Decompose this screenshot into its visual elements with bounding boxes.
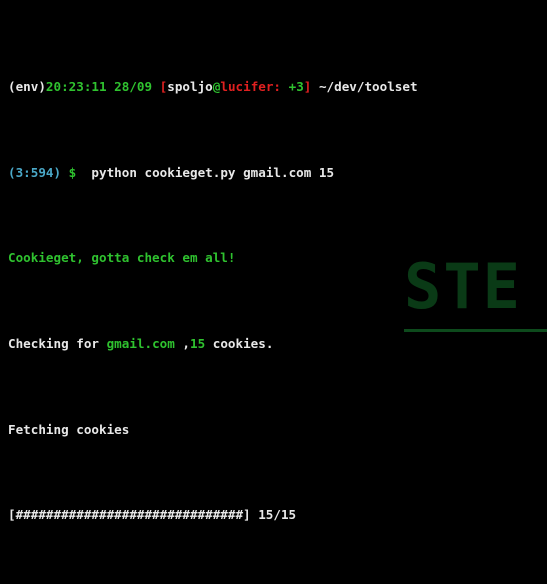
checking-separator: , — [174, 336, 190, 352]
checking-domain: gmail.com — [106, 336, 175, 352]
progress-bar-line: [##############################] 15/15 — [8, 504, 547, 525]
prompt-host: lucifer: — [220, 79, 282, 95]
prompt-env: (env) — [8, 79, 46, 95]
output-checking-line: Checking for gmail.com ,15 cookies. — [8, 333, 547, 354]
prompt-history-index: (3:594) — [8, 164, 62, 180]
progress-bar: [##############################] — [8, 507, 251, 523]
prompt-timestamp: 20:23:11 28/09 — [45, 79, 153, 95]
prompt-cwd: ~/dev/toolset — [311, 79, 418, 95]
checking-prefix: Checking for — [8, 336, 107, 352]
prompt-user: spoljo — [167, 79, 213, 95]
prompt-jobs-count: +3 — [281, 79, 304, 95]
prompt-line-1: (env)20:23:11 28/09 [spoljo@lucifer: +3]… — [8, 76, 547, 97]
progress-count: 15/15 — [250, 507, 297, 523]
output-fetching: Fetching cookies — [8, 421, 130, 437]
output-banner: Cookieget, gotta check em all! — [8, 250, 236, 266]
checking-suffix: cookies. — [205, 336, 274, 352]
terminal-screen[interactable]: (env)20:23:11 28/09 [spoljo@lucifer: +3]… — [0, 0, 547, 584]
command-input[interactable]: python cookieget.py gmail.com 15 — [76, 165, 334, 180]
checking-count: 15 — [190, 336, 206, 352]
prompt-line-2: (3:594) $ python cookieget.py gmail.com … — [8, 162, 547, 183]
terminal-window: STE (env)20:23:11 28/09 [spoljo@lucifer:… — [0, 0, 547, 584]
